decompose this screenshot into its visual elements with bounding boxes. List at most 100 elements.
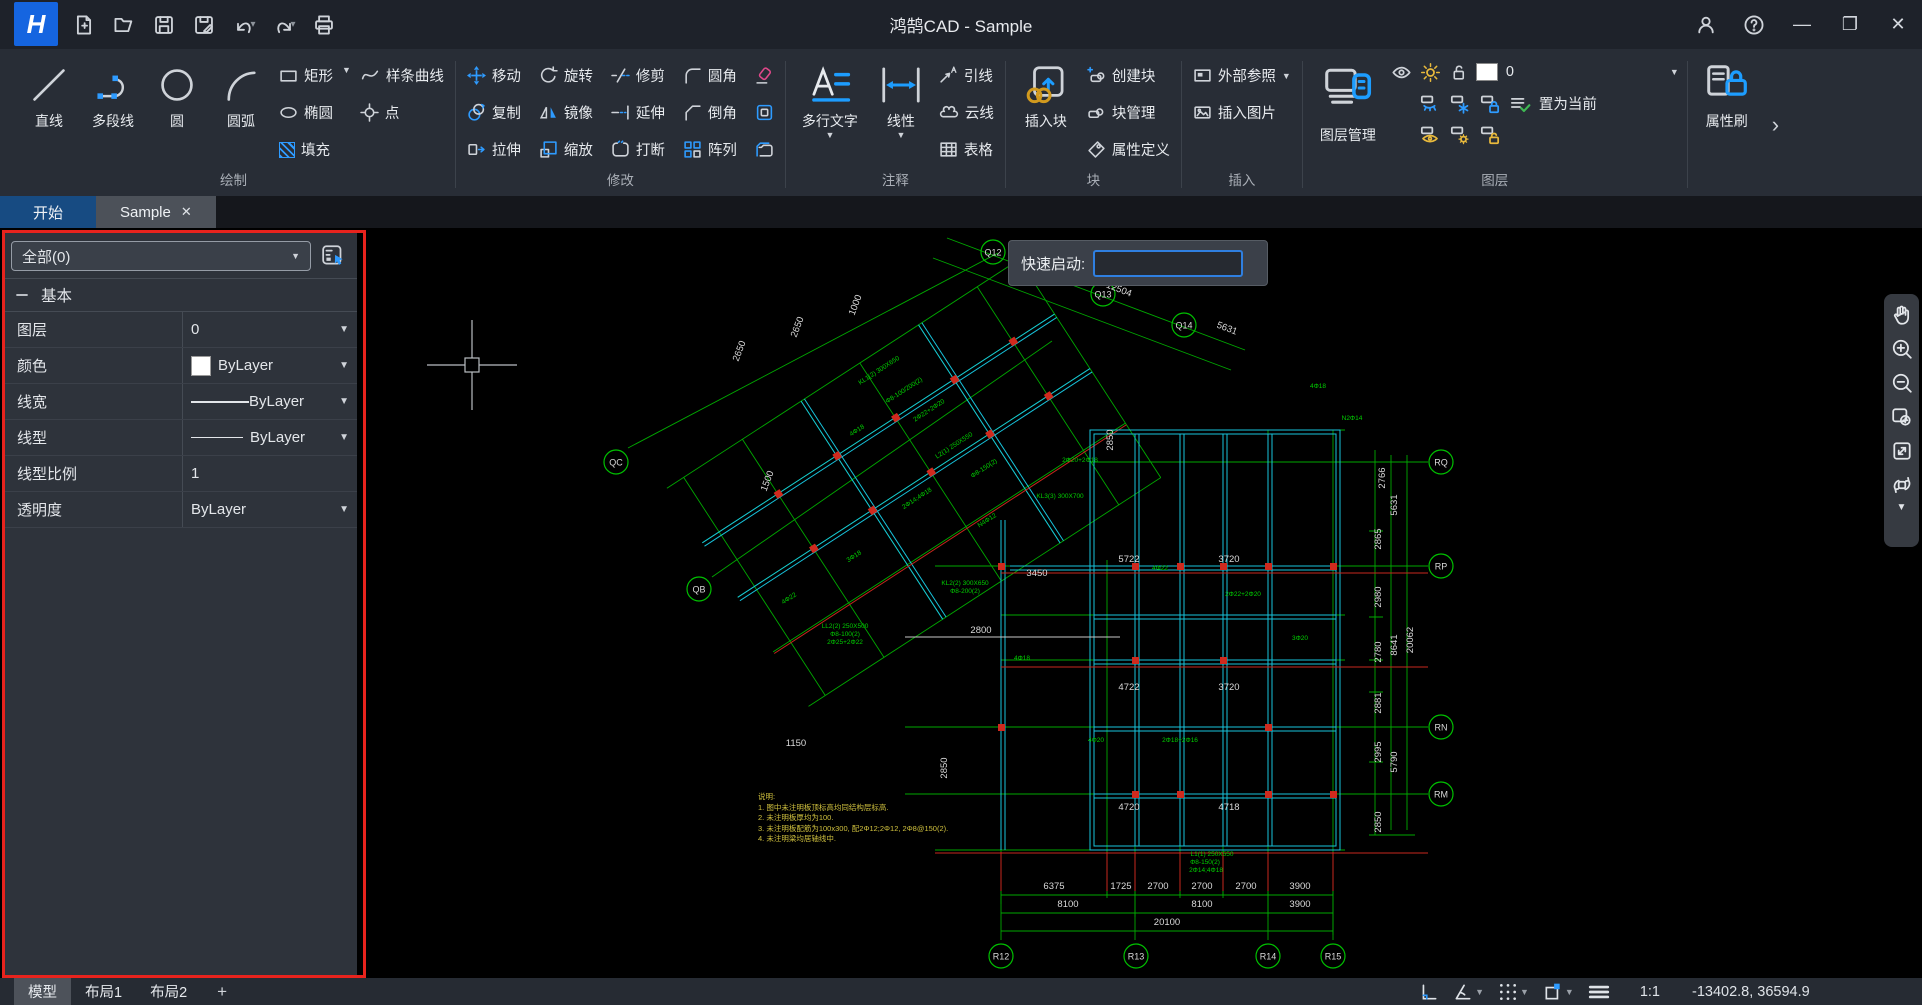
dropdown-arrow-icon[interactable]: ▼ bbox=[339, 324, 349, 335]
rect-flyout-arrow[interactable]: ▼ bbox=[342, 65, 351, 75]
layer-manager-icon[interactable] bbox=[1322, 57, 1374, 119]
layer-dropdown-icon[interactable]: ▼ bbox=[1670, 67, 1679, 77]
nav-more-icon[interactable]: ▼ bbox=[1897, 502, 1907, 516]
line-button[interactable]: 直线 bbox=[20, 53, 78, 130]
chamfer-button[interactable]: 倒角 bbox=[680, 94, 740, 131]
rectangle-button[interactable]: 矩形 bbox=[276, 57, 336, 94]
layer-color-swatch[interactable] bbox=[1475, 63, 1498, 81]
open-file-button[interactable] bbox=[104, 5, 144, 45]
ellipse-button[interactable]: 椭圆 bbox=[276, 94, 336, 131]
add-layout-button[interactable]: + bbox=[201, 982, 243, 1002]
prop-row-layer[interactable]: 图层 0 ▼ bbox=[5, 312, 357, 348]
tab-close-icon[interactable]: ✕ bbox=[181, 204, 192, 220]
prop-row-transparency[interactable]: 透明度 ByLayer ▼ bbox=[5, 492, 357, 528]
maximize-button[interactable]: ❐ bbox=[1826, 3, 1874, 47]
xref-dropdown-icon[interactable]: ▼ bbox=[1282, 71, 1291, 81]
print-button[interactable] bbox=[304, 5, 344, 45]
block-manager-button[interactable]: 块管理 bbox=[1084, 94, 1173, 131]
zoom-extents-button[interactable] bbox=[1887, 434, 1917, 468]
point-button[interactable]: 点 bbox=[357, 94, 447, 131]
layer-off-icon[interactable] bbox=[1419, 93, 1441, 114]
ribbon-expand-button[interactable]: › bbox=[1764, 112, 1787, 138]
section-basic[interactable]: 基本 bbox=[5, 278, 357, 312]
prop-row-color[interactable]: 颜色 ByLayer ▼ bbox=[5, 348, 357, 384]
sheet-tab-layout2[interactable]: 布局2 bbox=[136, 978, 201, 1005]
fillet-button[interactable]: 圆角 bbox=[680, 57, 740, 94]
save-button[interactable] bbox=[144, 5, 184, 45]
layer-freeze-icon[interactable] bbox=[1449, 93, 1471, 114]
trim-button[interactable]: 修剪 bbox=[608, 57, 668, 94]
dim-linear-button[interactable]: 线性 ▼ bbox=[872, 53, 930, 140]
sheet-tab-layout1[interactable]: 布局1 bbox=[71, 978, 136, 1005]
mtext-button[interactable]: 多行文字 ▼ bbox=[794, 53, 866, 140]
match-properties-button[interactable]: 属性刷 bbox=[1696, 53, 1758, 130]
dropdown-arrow-icon[interactable]: ▼ bbox=[339, 432, 349, 443]
table-button[interactable]: 表格 bbox=[936, 131, 997, 168]
quick-launch-input[interactable] bbox=[1093, 249, 1244, 277]
zoom-out-button[interactable] bbox=[1887, 366, 1917, 400]
undo-button[interactable]: ▾ bbox=[224, 5, 264, 45]
copy-button[interactable]: 复制 bbox=[464, 94, 524, 131]
dropdown-arrow-icon[interactable]: ▼ bbox=[339, 360, 349, 371]
polar-toggle[interactable]: ▼ bbox=[1453, 982, 1484, 1002]
redo-button[interactable]: ▾ bbox=[264, 5, 304, 45]
move-button[interactable]: 移动 bbox=[464, 57, 524, 94]
redo-dropdown-icon[interactable]: ▾ bbox=[290, 19, 295, 30]
offset-button[interactable] bbox=[752, 94, 777, 131]
scale-indicator[interactable]: 1:1 bbox=[1640, 984, 1660, 1000]
polar-dropdown-icon[interactable]: ▼ bbox=[1475, 987, 1484, 997]
mtext-dropdown-icon[interactable]: ▼ bbox=[825, 130, 834, 140]
insert-image-button[interactable]: 插入图片 bbox=[1190, 94, 1294, 131]
spline-button[interactable]: 样条曲线 bbox=[357, 57, 447, 94]
new-file-button[interactable] bbox=[64, 5, 104, 45]
layer-lock-icon[interactable] bbox=[1479, 93, 1501, 114]
prop-row-lineweight[interactable]: 线宽 ByLayer ▼ bbox=[5, 384, 357, 420]
leader-button[interactable]: 引线 bbox=[936, 57, 997, 94]
tab-home[interactable]: 开始 bbox=[0, 196, 96, 228]
status-menu-button[interactable] bbox=[1588, 982, 1610, 1002]
set-current-layer-icon[interactable] bbox=[1509, 93, 1531, 114]
osnap-toggle[interactable]: ▼ bbox=[1543, 982, 1574, 1002]
quick-select-button[interactable] bbox=[317, 240, 351, 272]
revision-cloud-button[interactable]: 云线 bbox=[936, 94, 997, 131]
zoom-in-button[interactable] bbox=[1887, 332, 1917, 366]
erase-button[interactable] bbox=[752, 57, 777, 94]
circle-button[interactable]: 圆 bbox=[148, 53, 206, 130]
prop-row-linetype[interactable]: 线型 ByLayer ▼ bbox=[5, 420, 357, 456]
extend-button[interactable]: 延伸 bbox=[608, 94, 668, 131]
ortho-toggle[interactable] bbox=[1419, 982, 1439, 1002]
explode-button[interactable] bbox=[752, 131, 777, 168]
attribute-define-button[interactable]: 属性定义 bbox=[1084, 131, 1173, 168]
selection-filter-dropdown[interactable]: 全部(0) ▼ bbox=[11, 241, 311, 271]
layer-on-icon[interactable] bbox=[1419, 124, 1441, 145]
zoom-window-button[interactable] bbox=[1887, 400, 1917, 434]
stretch-button[interactable]: 拉伸 bbox=[464, 131, 524, 168]
rotate-button[interactable]: 旋转 bbox=[536, 57, 596, 94]
app-logo[interactable]: H bbox=[14, 2, 58, 46]
prop-row-linetype-scale[interactable]: 线型比例 1 bbox=[5, 456, 357, 492]
undo-dropdown-icon[interactable]: ▾ bbox=[250, 19, 255, 30]
layer-unlock-icon[interactable] bbox=[1449, 63, 1468, 82]
minimize-button[interactable]: — bbox=[1778, 3, 1826, 47]
pan-button[interactable] bbox=[1887, 298, 1917, 332]
layer-thaw-sun-icon[interactable] bbox=[1420, 62, 1441, 83]
help-button[interactable] bbox=[1730, 3, 1778, 47]
grid-toggle[interactable]: ▼ bbox=[1498, 982, 1529, 1002]
break-button[interactable]: 打断 bbox=[608, 131, 668, 168]
account-button[interactable] bbox=[1682, 3, 1730, 47]
mirror-button[interactable]: 镜像 bbox=[536, 94, 596, 131]
layer-visible-icon[interactable] bbox=[1391, 62, 1412, 83]
save-as-button[interactable] bbox=[184, 5, 224, 45]
dropdown-arrow-icon[interactable]: ▼ bbox=[339, 396, 349, 407]
layer-thaw-icon[interactable] bbox=[1449, 124, 1471, 145]
osnap-dropdown-icon[interactable]: ▼ bbox=[1565, 987, 1574, 997]
orbit-button[interactable] bbox=[1887, 468, 1917, 502]
array-button[interactable]: 阵列 bbox=[680, 131, 740, 168]
scale-button[interactable]: 缩放 bbox=[536, 131, 596, 168]
sheet-tab-model[interactable]: 模型 bbox=[14, 978, 71, 1005]
polyline-button[interactable]: 多段线 bbox=[84, 53, 142, 130]
grid-dropdown-icon[interactable]: ▼ bbox=[1520, 987, 1529, 997]
tab-sample[interactable]: Sample ✕ bbox=[96, 196, 216, 228]
linear-dropdown-icon[interactable]: ▼ bbox=[896, 130, 905, 140]
layer-unlock2-icon[interactable] bbox=[1479, 124, 1501, 145]
